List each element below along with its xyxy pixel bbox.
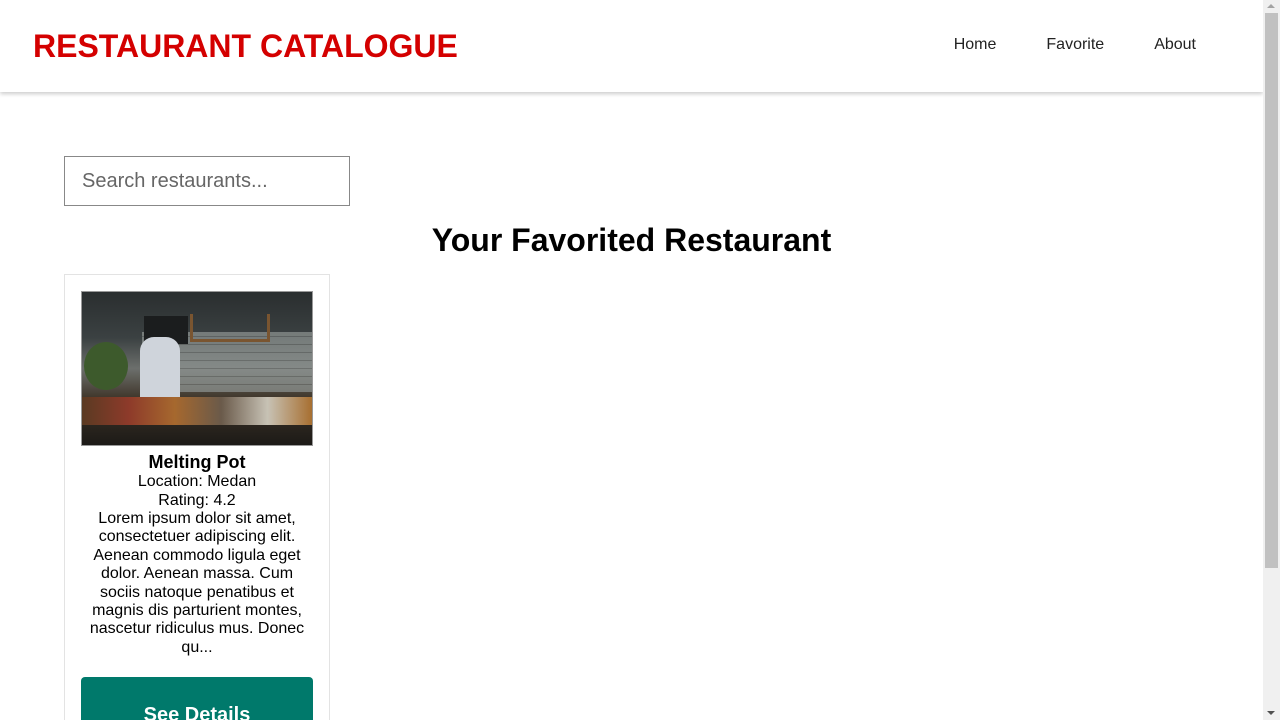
page: RESTAURANT CATALOGUE Home Favorite About… bbox=[0, 0, 1263, 720]
nav-favorite[interactable]: Favorite bbox=[1046, 36, 1104, 54]
restaurant-image bbox=[81, 291, 313, 446]
restaurant-rating: Rating: 4.2 bbox=[158, 492, 236, 509]
scrollbar-thumb[interactable] bbox=[1265, 13, 1278, 568]
nav-home[interactable]: Home bbox=[954, 36, 997, 54]
restaurant-description: Lorem ipsum dolor sit amet, consectetuer… bbox=[89, 510, 305, 656]
search-input[interactable] bbox=[64, 156, 350, 206]
nav-about[interactable]: About bbox=[1154, 36, 1196, 54]
restaurant-location: Location: Medan bbox=[137, 473, 257, 490]
main-nav: Home Favorite About bbox=[904, 36, 1196, 54]
see-details-button[interactable]: See Details bbox=[81, 677, 313, 720]
page-title: Your Favorited Restaurant bbox=[431, 222, 832, 258]
app-header: RESTAURANT CATALOGUE Home Favorite About bbox=[0, 0, 1263, 92]
scroll-down-arrow-icon[interactable] bbox=[1267, 711, 1275, 715]
restaurant-card: Melting Pot Location: Medan Rating: 4.2 … bbox=[64, 274, 330, 720]
vertical-scrollbar[interactable] bbox=[1263, 0, 1280, 720]
app-title: RESTAURANT CATALOGUE bbox=[33, 28, 458, 64]
scroll-up-arrow-icon[interactable] bbox=[1267, 4, 1275, 8]
restaurant-name: Melting Pot bbox=[148, 452, 246, 472]
